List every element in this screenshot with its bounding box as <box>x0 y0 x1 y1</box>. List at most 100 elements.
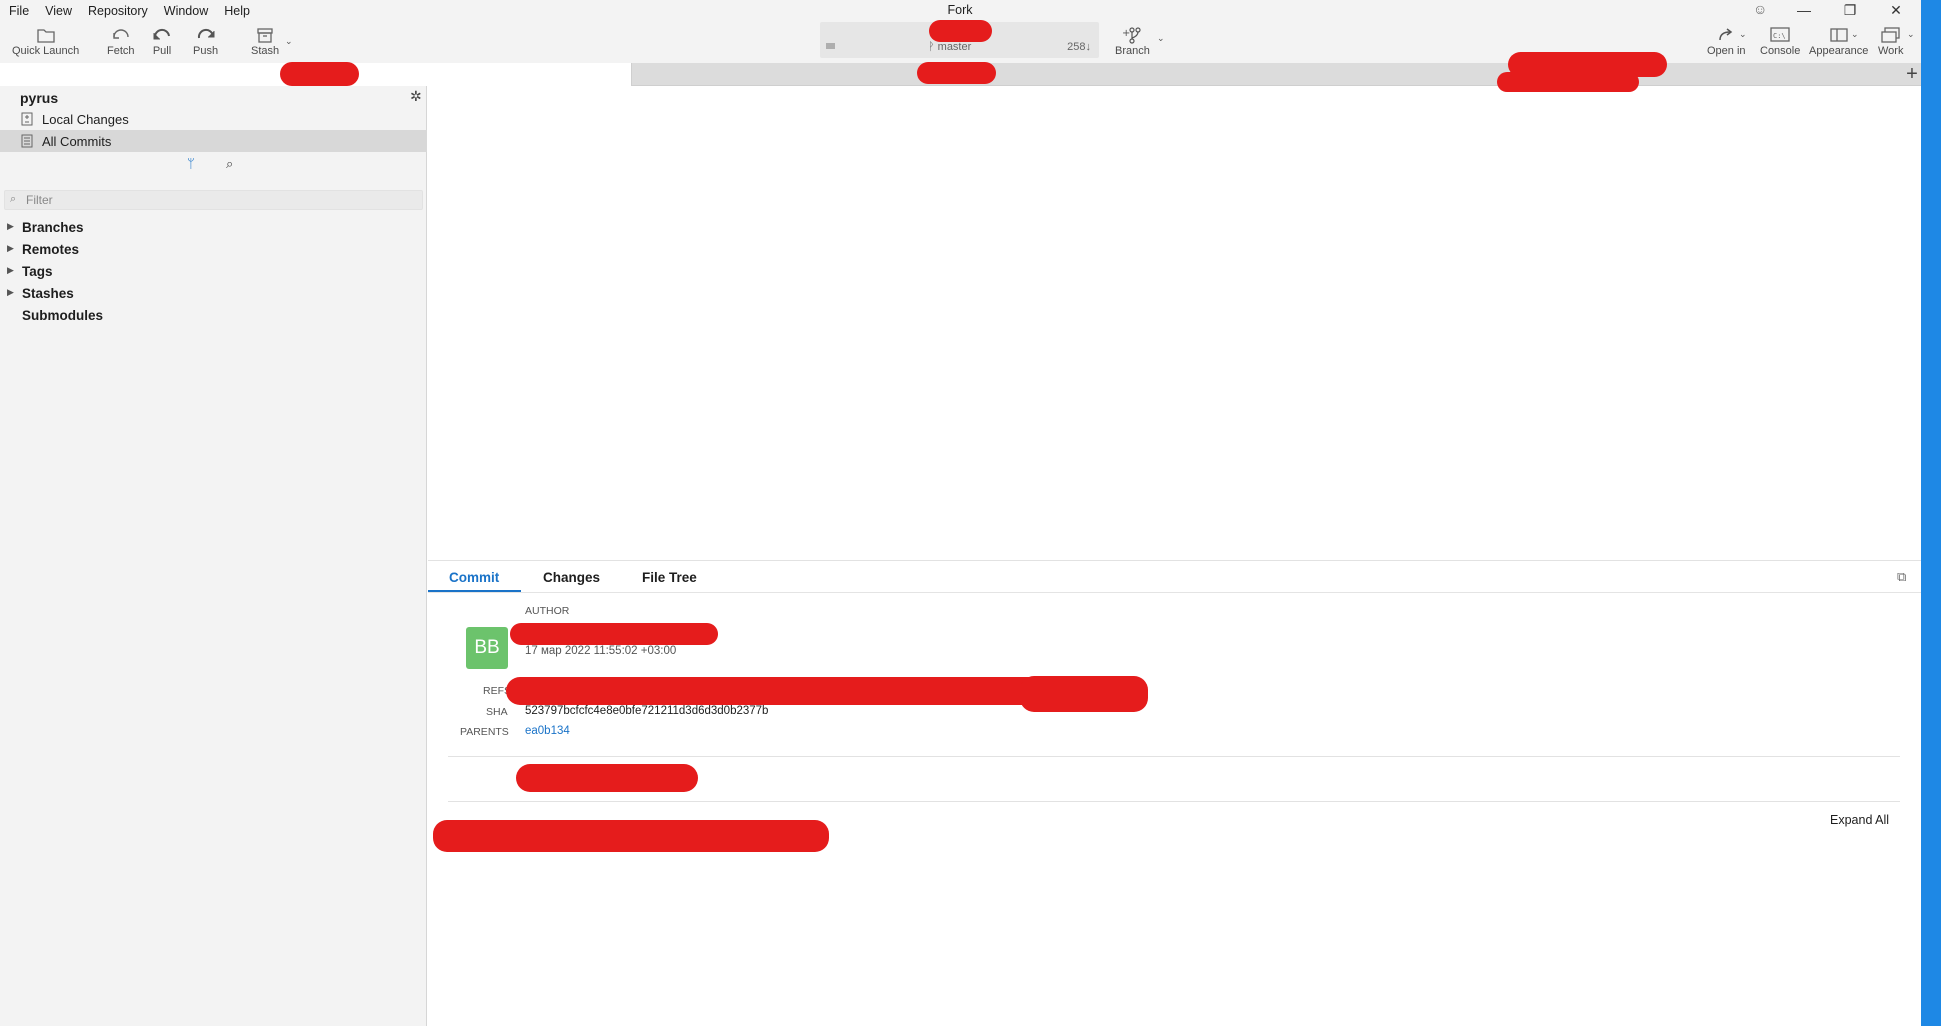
feedback-smiley-icon[interactable]: ☺ <box>1753 1 1767 17</box>
maximize-button[interactable]: ❐ <box>1827 0 1873 20</box>
push-icon <box>197 28 215 39</box>
local-changes-icon <box>21 112 33 126</box>
push-label: Push <box>193 45 219 57</box>
console-label: Console <box>1760 45 1801 57</box>
sidebar-tree-submodules[interactable]: Submodules <box>0 306 427 328</box>
menu-repository[interactable]: Repository <box>80 0 156 22</box>
current-branch: ᚹ master <box>928 41 971 53</box>
console-icon: C:\ <box>1770 27 1790 42</box>
redaction-mark <box>516 764 698 792</box>
work-dropdown-icon[interactable]: ⌄ <box>1907 29 1915 40</box>
sidebar-repo-name: pyrus <box>20 90 59 106</box>
menu-help[interactable]: Help <box>216 0 258 22</box>
expand-arrow-icon[interactable]: ▶ <box>7 221 14 232</box>
work-label: Work <box>1878 45 1904 57</box>
commit-date: 17 мар 2022 11:55:02 +03:00 <box>525 645 677 657</box>
tab-changes[interactable]: Changes <box>543 570 600 585</box>
work-button[interactable]: Work <box>1878 26 1903 57</box>
branch-view-icon[interactable]: ᛘ <box>187 156 195 171</box>
appearance-label: Appearance <box>1809 45 1869 57</box>
window-title: Fork <box>947 3 973 17</box>
expand-arrow-icon[interactable]: ▶ <box>7 287 14 298</box>
layout-icon <box>1830 28 1848 42</box>
tree-item-label: Stashes <box>22 286 74 301</box>
parent-commit-link[interactable]: ea0b134 <box>525 725 570 737</box>
pull-button[interactable]: Pull <box>151 26 173 57</box>
stash-icon <box>257 28 273 43</box>
open-in-dropdown-icon[interactable]: ⌄ <box>1739 29 1747 40</box>
commit-sha[interactable]: 523797bcfcfc4e8e0bfe721211d3d6d3d0b2377b <box>525 705 768 717</box>
parents-label: PARENTS <box>460 726 509 738</box>
filter-search-icon: ⌕ <box>10 193 17 205</box>
avatar: BB <box>466 627 508 669</box>
stash-button[interactable]: Stash <box>251 26 279 57</box>
pull-label: Pull <box>152 45 172 57</box>
sidebar-tree-branches[interactable]: ▶ Branches <box>0 218 427 240</box>
redaction-mark <box>929 20 992 42</box>
open-in-label: Open in <box>1707 45 1746 57</box>
menu-window[interactable]: Window <box>156 0 216 22</box>
fetch-button[interactable]: Fetch <box>107 26 135 57</box>
branch-icon: + <box>1122 27 1142 44</box>
sidebar-tree-remotes[interactable]: ▶ Remotes <box>0 240 427 262</box>
menu-file[interactable]: File <box>0 0 37 22</box>
quick-launch-label: Quick Launch <box>12 45 80 57</box>
minimize-button[interactable]: — <box>1781 0 1827 20</box>
hamburger-icon <box>826 43 835 49</box>
sidebar-item-label: All Commits <box>42 133 112 149</box>
sidebar-item-local-changes[interactable]: Local Changes <box>0 108 427 130</box>
right-edge-bar <box>1921 0 1941 1026</box>
svg-text:+: + <box>1122 28 1130 39</box>
folder-icon <box>36 29 55 43</box>
incoming-count: 258↓ <box>1067 41 1091 53</box>
redaction-mark <box>433 820 829 852</box>
sidebar: pyrus ✲ Local Changes All Commits ᛘ ⌕ ⌕ … <box>0 86 427 1026</box>
workspace-icon <box>1881 27 1900 43</box>
commit-list-area[interactable] <box>428 86 1921 560</box>
expand-all-button[interactable]: Expand All <box>1830 813 1889 827</box>
gear-icon[interactable]: ✲ <box>410 88 422 105</box>
search-icon[interactable]: ⌕ <box>226 156 233 172</box>
sidebar-tool-row: ᛘ ⌕ <box>0 154 427 176</box>
appearance-button[interactable]: Appearance <box>1809 26 1868 57</box>
sidebar-item-all-commits[interactable]: All Commits <box>0 130 427 152</box>
current-branch-label: master <box>937 41 972 53</box>
tree-item-label: Branches <box>22 220 84 235</box>
redaction-mark <box>1020 676 1148 712</box>
sidebar-tree-tags[interactable]: ▶ Tags <box>0 262 427 284</box>
sha-label: SHA <box>486 706 508 718</box>
console-button[interactable]: C:\ Console <box>1760 26 1800 57</box>
menu-view[interactable]: View <box>37 0 80 22</box>
expand-arrow-icon[interactable]: ▶ <box>7 243 14 254</box>
all-commits-icon <box>21 134 33 148</box>
fetch-icon <box>113 29 129 39</box>
tab-file-tree[interactable]: File Tree <box>642 570 697 585</box>
menu-bar: File View Repository Window Help <box>0 0 258 22</box>
details-tab-bar: Commit Changes File Tree ⧉ <box>428 561 1921 593</box>
tree-item-label: Submodules <box>22 308 104 323</box>
sidebar-item-label: Local Changes <box>42 111 129 127</box>
redaction-mark <box>510 623 718 645</box>
active-tab-indicator <box>428 590 521 592</box>
filter-input[interactable] <box>26 192 406 208</box>
quick-launch-button[interactable]: Quick Launch <box>12 26 79 57</box>
push-button[interactable]: Push <box>193 26 218 57</box>
branch-button[interactable]: + Branch <box>1115 26 1150 57</box>
details-divider <box>448 801 1900 802</box>
open-in-icon <box>1719 28 1733 41</box>
tree-item-label: Remotes <box>22 242 80 257</box>
stash-label: Stash <box>251 45 280 57</box>
redaction-mark <box>280 62 359 86</box>
pull-icon <box>153 28 170 40</box>
appearance-dropdown-icon[interactable]: ⌄ <box>1851 29 1859 40</box>
sidebar-tree-stashes[interactable]: ▶ Stashes <box>0 284 427 306</box>
branch-dropdown-icon[interactable]: ⌄ <box>1157 33 1165 44</box>
stash-dropdown-icon[interactable]: ⌄ <box>285 36 293 47</box>
sidebar-filter[interactable]: ⌕ <box>4 190 423 210</box>
popout-icon[interactable]: ⧉ <box>1897 569 1906 585</box>
details-divider <box>448 756 1900 757</box>
tab-commit[interactable]: Commit <box>449 570 499 585</box>
expand-arrow-icon[interactable]: ▶ <box>7 265 14 276</box>
svg-text:C:\: C:\ <box>1773 32 1786 40</box>
close-button[interactable]: ✕ <box>1873 0 1919 20</box>
